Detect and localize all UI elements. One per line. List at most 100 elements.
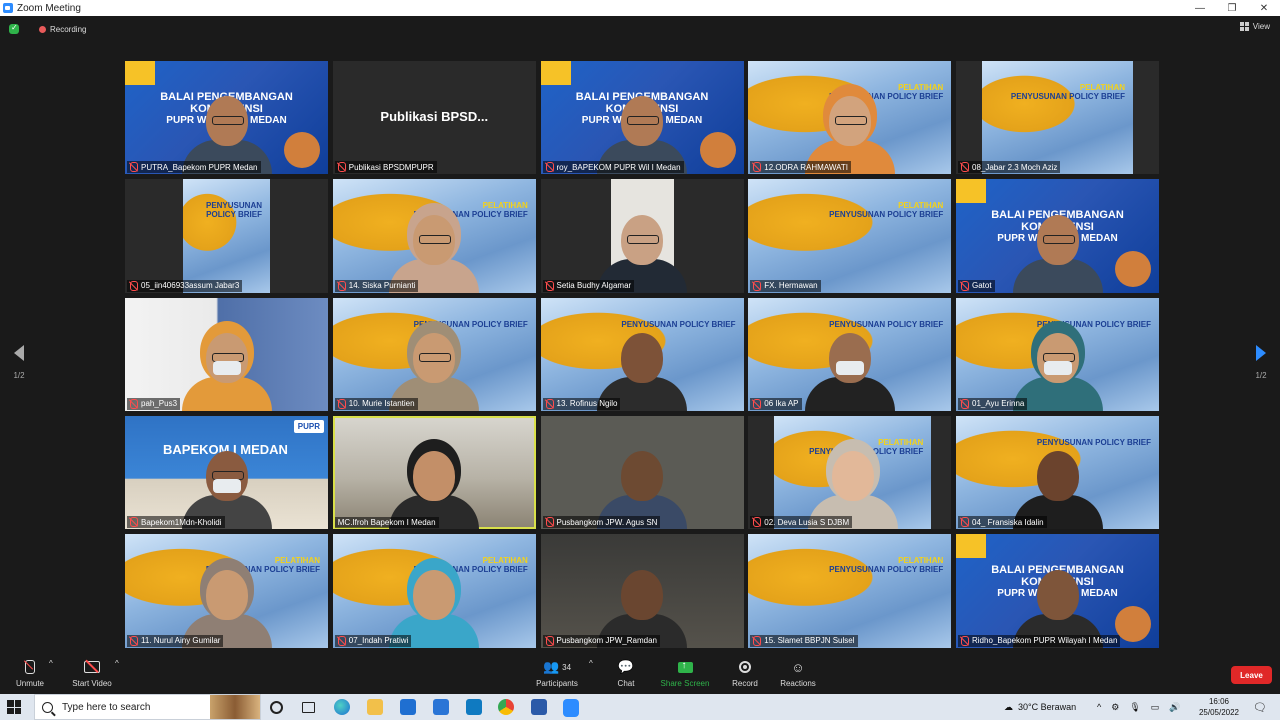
participant-tile[interactable]: Pusbangkom JPW_Ramdan (540, 534, 744, 648)
taskbar-clock[interactable]: 16:06 25/05/2022 (1198, 696, 1240, 718)
windows-start-icon[interactable] (7, 700, 21, 714)
participant-tile[interactable]: Pusbangkom JPW. Agus SN (540, 415, 744, 530)
video-off-icon (68, 659, 116, 675)
participant-tile[interactable]: PELATIHAN PENYUSUNAN POLICY BRIEF 08_Jaba… (956, 61, 1159, 175)
mic-muted-icon (961, 635, 969, 646)
participant-tile[interactable]: BALAI PENGEMBANGAN KOMPETENSIPUPR WILAYA… (956, 534, 1159, 648)
notification-icon[interactable]: 🗨 (1253, 694, 1267, 720)
search-highlight-image (210, 695, 260, 719)
participant-tile[interactable]: PELATIHAN PENYUSUNAN POLICY BRIEF 11. Nur… (125, 534, 328, 648)
mail-icon[interactable] (433, 699, 449, 715)
participant-video (181, 332, 272, 411)
participant-tile[interactable]: PENYUSUNAN POLICY BRIEF 01_Ayu Erinna (956, 297, 1159, 411)
restore-button[interactable]: ❐ (1216, 0, 1248, 16)
security-shield-icon[interactable] (9, 23, 19, 34)
participant-video (597, 179, 687, 293)
participant-name-tag: 06 Ika AP (750, 397, 802, 410)
cortana-icon[interactable] (270, 701, 283, 714)
participant-tile[interactable]: BALAI PENGEMBANGAN KOMPETENSIPUPR WILAYA… (540, 61, 744, 175)
participant-tile[interactable]: BAPEKOM I MEDAN PUPR Bapekom1Mdn-Kholidi (125, 415, 328, 530)
participant-tile[interactable]: Setia Budhy Algamar (540, 179, 744, 293)
participants-button[interactable]: 👥 34 Participants (534, 659, 580, 688)
participant-name-tag: Ridho_Bapekom PUPR Wilayah I Medan (958, 634, 1121, 647)
participant-tile[interactable]: Publikasi BPSD... Publikasi BPSDMPUPR (332, 61, 536, 175)
arrow-left-icon (14, 345, 24, 361)
microphone-icon[interactable]: 🎙 (1129, 702, 1140, 713)
meeting-top-strip: Recording View (0, 16, 1280, 42)
participant-tile[interactable]: PELATIHAN PENYUSUNAN POLICY BRIEF FX. Her… (748, 179, 952, 293)
weather-widget[interactable]: ☁ 30°C Berawan (1004, 694, 1076, 720)
participants-count: 34 (562, 662, 572, 672)
window-title: Zoom Meeting (17, 2, 81, 14)
store-icon[interactable] (400, 699, 416, 715)
participant-name-tag: Pusbangkom JPW. Agus SN (542, 516, 661, 529)
participant-tile[interactable]: PENYUSUNAN POLICY BRIEF 06 Ika AP (748, 297, 952, 411)
tile-banner: PENYUSUNAN POLICY BRIEF (1036, 437, 1151, 447)
participants-options-caret[interactable]: ^ (589, 659, 593, 668)
reactions-button[interactable]: ☺ Reactions (778, 659, 818, 689)
participant-name-tag: PUTRA_Bapekom PUPR Medan (127, 161, 261, 174)
title-bar: Zoom Meeting — ❐ ✕ (0, 0, 1280, 16)
participant-tile[interactable]: PELATIHAN PENYUSUNAN POLICY BRIEF 07_Inda… (332, 534, 536, 648)
taskbar-search-box[interactable]: Type here to search (34, 694, 261, 720)
minimize-button[interactable]: — (1184, 0, 1216, 16)
leave-button[interactable]: Leave (1231, 666, 1272, 684)
volume-icon[interactable]: 🔊 (1169, 702, 1180, 713)
next-page-button[interactable]: 1/2 (1251, 345, 1271, 380)
mic-muted-icon (961, 517, 969, 528)
file-explorer-icon[interactable] (367, 699, 383, 715)
previous-page-button[interactable]: 1/2 (9, 345, 29, 380)
video-options-caret[interactable]: ^ (115, 659, 119, 668)
participant-name-tag: 15. Slamet BBPJN Sulsel (750, 634, 858, 647)
mic-muted-icon (337, 635, 346, 646)
active-speaker-tile[interactable]: MC.Ifroh Bapekom I Medan (332, 415, 536, 530)
participant-tile[interactable]: PELATIHAN PENYUSUNAN POLICY BRIEF 02. Dev… (748, 415, 952, 530)
zoom-taskbar-icon[interactable] (563, 699, 579, 717)
unmute-button[interactable]: Unmute (12, 659, 48, 688)
clock-date: 25/05/2022 (1198, 708, 1240, 717)
view-button[interactable]: View (1239, 22, 1270, 31)
participant-tile[interactable]: PELATIHAN PENYUSUNAN POLICY BRIEF 14. Sis… (332, 179, 536, 293)
chrome-icon[interactable] (498, 699, 514, 715)
participant-tile[interactable]: BALAI PENGEMBANGAN KOMPETENSIPUPR WILAYA… (125, 61, 328, 175)
tray-app-icon[interactable]: ⚙ (1111, 702, 1119, 713)
participant-tile[interactable]: BALAI PENGEMBANGAN KOMPETENSIPUPR WILAYA… (956, 179, 1159, 293)
start-video-button[interactable]: Start Video (68, 659, 116, 688)
task-view-icon[interactable] (302, 702, 315, 713)
participant-name-tag: 07_Indah Pratiwi (334, 634, 412, 647)
search-placeholder: Type here to search (62, 701, 151, 713)
participant-name-tag: 14. Siska Purnianti (334, 279, 419, 292)
weather-text: 30°C Berawan (1018, 702, 1077, 712)
record-button[interactable]: Record (729, 659, 761, 688)
participant-tile[interactable]: PELATIHAN PENYUSUNAN POLICY BRIEF 15. Sla… (748, 534, 952, 648)
participant-name-tag: 12.ODRA RAHMAWATI (750, 161, 851, 174)
page-indicator-right: 1/2 (1255, 371, 1267, 380)
close-window-button[interactable]: ✕ (1248, 0, 1280, 16)
participant-tile[interactable]: PENYUSUNAN POLICY BRIEF 05_iin406933assu… (125, 179, 328, 293)
audio-options-caret[interactable]: ^ (49, 659, 53, 668)
tray-chevron-icon[interactable]: ^ (1097, 702, 1101, 712)
share-screen-button[interactable]: Share Screen (660, 659, 710, 689)
network-icon[interactable]: ▭ (1151, 702, 1160, 713)
participant-name-tag: Gatot (958, 279, 995, 292)
record-icon (739, 661, 751, 673)
participant-tile[interactable]: PENYUSUNAN POLICY BRIEF 04_ Fransiska Id… (956, 415, 1159, 530)
participant-name-tag: 11. Nurul Ainy Gumilar (127, 634, 224, 647)
chat-button[interactable]: 💬 Chat (612, 659, 640, 688)
zoom-logo-icon (3, 3, 13, 13)
participant-name-tag: Bapekom1Mdn-Kholidi (127, 516, 225, 529)
mic-muted-icon (337, 398, 346, 409)
participant-tile[interactable]: PELATIHAN PENYUSUNAN POLICY BRIEF 12.ODRA… (748, 61, 952, 175)
edge-browser-icon[interactable] (334, 699, 350, 715)
mic-muted-icon (753, 398, 762, 409)
smiley-icon: ☺ (791, 659, 805, 675)
mic-muted-icon (961, 280, 969, 291)
search-icon (42, 701, 53, 713)
video-gallery: BALAI PENGEMBANGAN KOMPETENSIPUPR WILAYA… (125, 61, 1159, 648)
participant-tile[interactable]: pah_Pus3 (125, 297, 328, 411)
participant-tile[interactable]: PENYUSUNAN POLICY BRIEF 10. Murie Istant… (332, 297, 536, 411)
app-icon[interactable] (466, 699, 482, 715)
arrow-right-icon (1256, 345, 1266, 361)
word-icon[interactable] (531, 699, 547, 715)
participant-tile[interactable]: PENYUSUNAN POLICY BRIEF 13. Rofinus Ngil… (540, 297, 744, 411)
